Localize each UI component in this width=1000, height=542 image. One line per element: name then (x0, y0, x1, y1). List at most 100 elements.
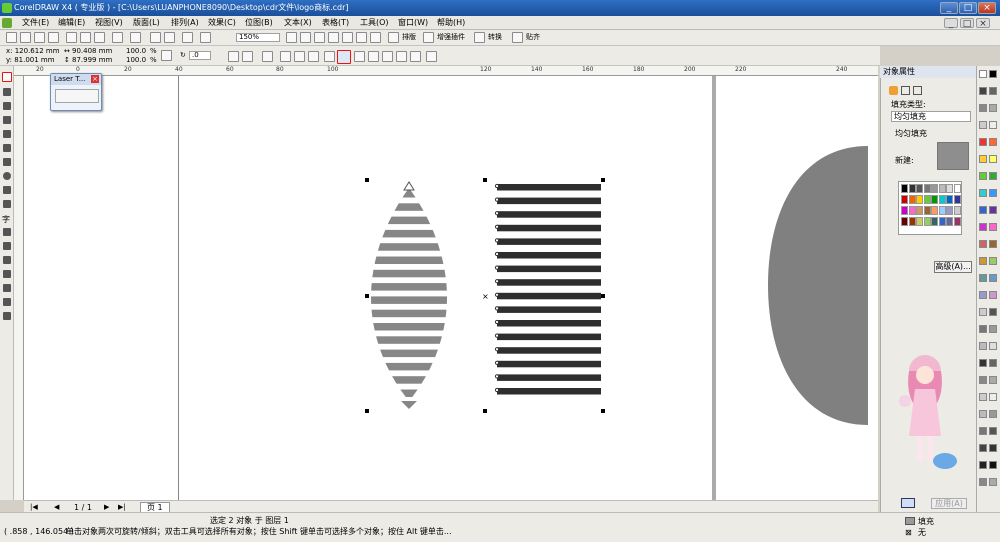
color-cell[interactable] (953, 184, 961, 193)
palette-swatch[interactable] (979, 342, 987, 350)
advanced-button[interactable]: 高级(A)... (934, 261, 972, 273)
color-cell[interactable] (953, 217, 961, 226)
laser-tool-buttons[interactable] (55, 89, 99, 103)
laser-close-icon[interactable]: × (91, 75, 99, 83)
palette-swatch[interactable] (979, 427, 987, 435)
palette-swatch[interactable] (989, 291, 997, 299)
palette-swatch[interactable] (979, 410, 987, 418)
palette-swatch[interactable] (979, 359, 987, 367)
palette-swatch[interactable] (979, 291, 987, 299)
color-cell[interactable] (931, 195, 938, 204)
palette-swatch[interactable] (979, 393, 987, 401)
outline-tab-icon[interactable] (901, 86, 910, 95)
palette-swatch[interactable] (989, 410, 997, 418)
palette-swatch[interactable] (979, 240, 987, 248)
striped-rectangle-shape[interactable] (494, 183, 601, 395)
color-cell[interactable] (901, 184, 908, 193)
color-cell[interactable] (901, 217, 908, 226)
gray-semicircle-shape[interactable] (768, 146, 868, 425)
color-cell[interactable] (946, 217, 953, 226)
palette-swatch[interactable] (989, 240, 997, 248)
palette-swatch[interactable] (979, 138, 987, 146)
palette-swatch[interactable] (979, 70, 987, 78)
palette-swatch[interactable] (989, 359, 997, 367)
palette-swatch[interactable] (989, 325, 997, 333)
color-cell[interactable] (938, 195, 946, 204)
color-cell[interactable] (916, 206, 923, 215)
color-cell[interactable] (923, 217, 931, 226)
palette-swatch[interactable] (979, 376, 987, 384)
color-cell[interactable] (908, 217, 916, 226)
palette-swatch[interactable] (979, 121, 987, 129)
palette-swatch[interactable] (989, 155, 997, 163)
palette-swatch[interactable] (989, 223, 997, 231)
palette-swatch[interactable] (989, 70, 997, 78)
color-cell[interactable] (923, 195, 931, 204)
palette-swatch[interactable] (979, 325, 987, 333)
palette-swatch[interactable] (979, 308, 987, 316)
palette-swatch[interactable] (989, 87, 997, 95)
color-cell[interactable] (953, 206, 961, 215)
fill-tab-icon[interactable] (889, 86, 898, 95)
palette-swatch[interactable] (989, 104, 997, 112)
color-grid[interactable] (898, 181, 962, 235)
color-cell[interactable] (908, 206, 916, 215)
striped-lens-shape[interactable] (365, 190, 455, 397)
palette-swatch[interactable] (989, 308, 997, 316)
last-page-icon[interactable]: ▶| (118, 503, 126, 512)
palette-swatch[interactable] (989, 121, 997, 129)
palette-swatch[interactable] (989, 257, 997, 265)
palette-swatch[interactable] (979, 87, 987, 95)
color-cell[interactable] (931, 206, 938, 215)
palette-swatch[interactable] (979, 223, 987, 231)
laser-toolbar-window[interactable]: Laser T... × (50, 73, 102, 111)
color-cell[interactable] (916, 217, 923, 226)
palette-swatch[interactable] (979, 257, 987, 265)
palette-swatch[interactable] (979, 206, 987, 214)
color-cell[interactable] (953, 195, 961, 204)
color-cell[interactable] (901, 195, 908, 204)
palette-swatch[interactable] (979, 189, 987, 197)
color-cell[interactable] (931, 217, 938, 226)
palette-swatch[interactable] (979, 172, 987, 180)
palette-swatch[interactable] (989, 206, 997, 214)
palette-swatch[interactable] (979, 478, 987, 486)
fill-type-select[interactable]: 均匀填充 (891, 111, 971, 122)
palette-swatch[interactable] (979, 155, 987, 163)
palette-swatch[interactable] (979, 274, 987, 282)
lens-top-node[interactable] (403, 181, 415, 191)
color-cell[interactable] (946, 184, 953, 193)
color-cell[interactable] (938, 217, 946, 226)
palette-swatch[interactable] (979, 104, 987, 112)
color-cell[interactable] (901, 206, 908, 215)
palette-swatch[interactable] (989, 461, 997, 469)
color-cell[interactable] (923, 184, 931, 193)
palette-swatch[interactable] (989, 274, 997, 282)
lock-docker-button[interactable] (901, 498, 915, 508)
palette-swatch[interactable] (989, 478, 997, 486)
palette-swatch[interactable] (989, 342, 997, 350)
color-cell[interactable] (908, 184, 916, 193)
color-cell[interactable] (946, 206, 953, 215)
color-cell[interactable] (938, 184, 946, 193)
palette-swatch[interactable] (989, 427, 997, 435)
color-cell[interactable] (931, 184, 938, 193)
palette-swatch[interactable] (989, 189, 997, 197)
palette-swatch[interactable] (989, 172, 997, 180)
palette-swatch[interactable] (989, 444, 997, 452)
apply-button[interactable]: 应用(A) (931, 498, 967, 509)
first-page-icon[interactable]: |◀ (30, 503, 38, 512)
color-cell[interactable] (908, 195, 916, 204)
color-cell[interactable] (923, 206, 931, 215)
palette-swatch[interactable] (979, 444, 987, 452)
color-cell[interactable] (946, 195, 953, 204)
next-page-icon[interactable]: ▶ (104, 503, 109, 512)
color-cell[interactable] (916, 184, 923, 193)
color-cell[interactable] (916, 195, 923, 204)
palette-swatch[interactable] (989, 138, 997, 146)
color-cell[interactable] (938, 206, 946, 215)
general-tab-icon[interactable] (913, 86, 922, 95)
palette-swatch[interactable] (989, 376, 997, 384)
palette-swatch[interactable] (989, 393, 997, 401)
prev-page-icon[interactable]: ◀ (54, 503, 59, 512)
